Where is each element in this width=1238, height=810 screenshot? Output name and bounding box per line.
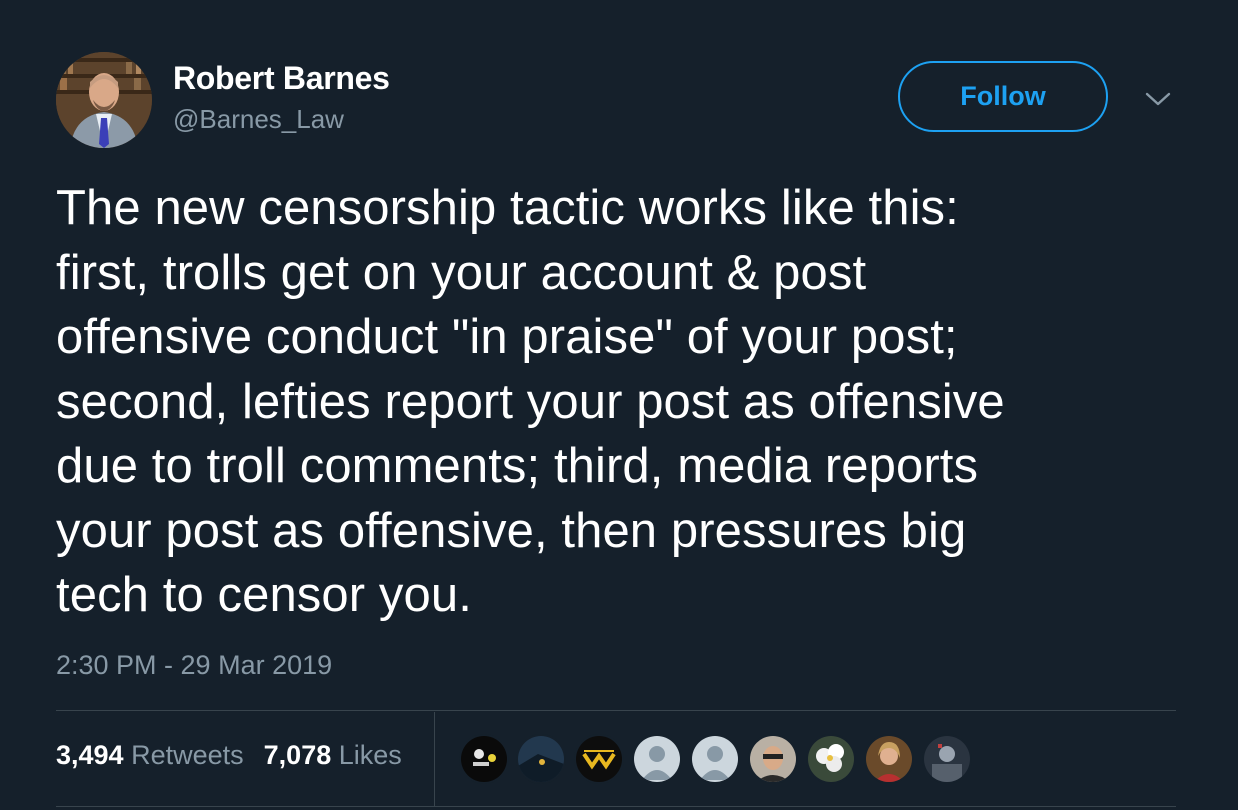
divider	[56, 710, 1176, 711]
liker-avatar-8[interactable]	[864, 734, 914, 784]
likes-count: 7,078	[263, 740, 332, 770]
liker-avatar-7[interactable]	[806, 734, 856, 784]
tweet-line: second, lefties report your post as offe…	[56, 374, 1005, 429]
liker-avatar-5[interactable]	[690, 734, 740, 784]
author-avatar[interactable]	[56, 52, 152, 148]
tweet-text: The new censorship tactic works like thi…	[56, 176, 1186, 628]
divider	[434, 712, 435, 806]
tweet-line: tech to censor you.	[56, 568, 472, 622]
liker-avatar-6[interactable]	[748, 734, 798, 784]
liker-avatar-3[interactable]	[574, 734, 624, 784]
tweet-line: your post as offensive, then pressures b…	[56, 503, 967, 558]
engagement-stats: 3,494 Retweets 7,078 Likes	[56, 740, 402, 771]
chevron-down-icon[interactable]	[1144, 88, 1172, 110]
liker-avatar-1[interactable]	[459, 734, 509, 784]
tweet-line: first, trolls get on your account & post	[56, 245, 867, 300]
author-handle[interactable]: @Barnes_Law	[173, 104, 344, 135]
liker-avatar-2[interactable]	[516, 734, 566, 784]
tweet-timestamp[interactable]: 2:30 PM - 29 Mar 2019	[56, 650, 332, 681]
author-display-name[interactable]: Robert Barnes	[173, 60, 390, 97]
liker-avatar-4[interactable]	[632, 734, 682, 784]
tweet-line: The new censorship tactic works like thi…	[56, 181, 959, 235]
follow-button[interactable]: Follow	[898, 61, 1108, 132]
liker-avatar-9[interactable]	[922, 734, 972, 784]
retweets-count: 3,494	[56, 740, 124, 770]
tweet-line: due to troll comments; third, media repo…	[56, 439, 979, 493]
author-photo	[56, 52, 152, 148]
retweets-stat[interactable]: 3,494 Retweets	[56, 740, 244, 770]
likes-stat[interactable]: 7,078 Likes	[264, 740, 402, 770]
tweet-line: offensive conduct "in praise" of your po…	[56, 310, 958, 364]
retweets-label: Retweets	[131, 740, 244, 770]
divider	[56, 806, 1176, 807]
likes-label: Likes	[338, 740, 402, 770]
